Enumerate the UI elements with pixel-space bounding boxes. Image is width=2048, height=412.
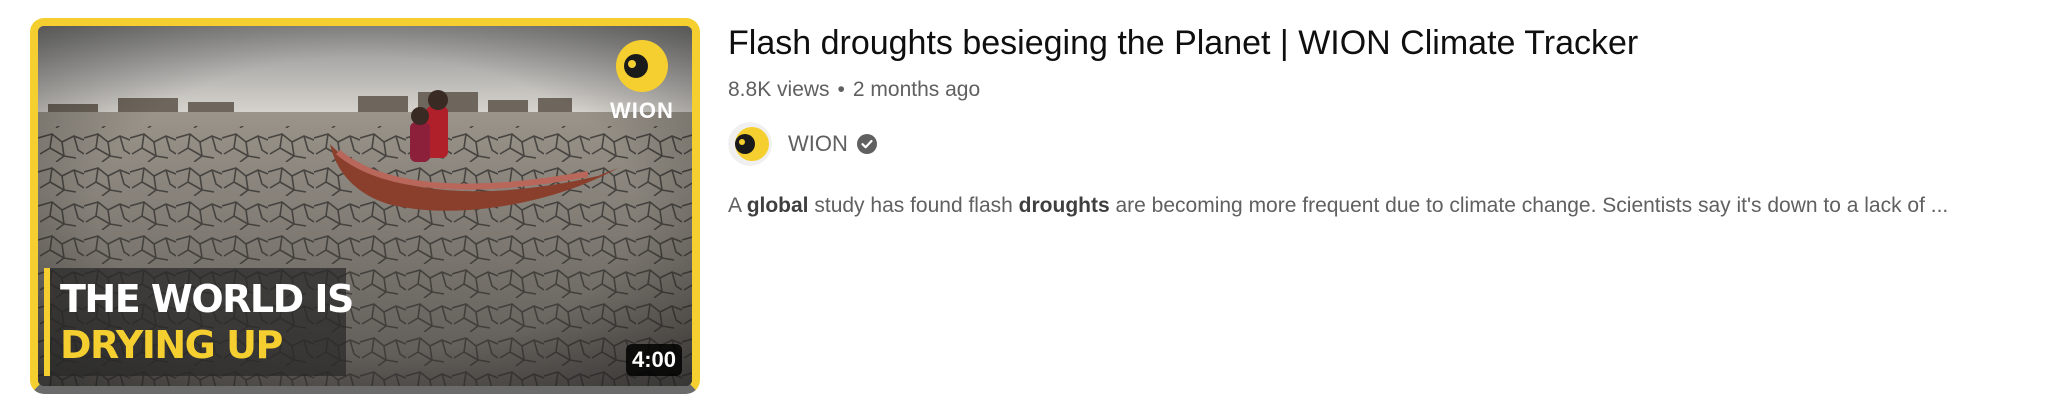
video-stats: 8.8K views • 2 months ago (728, 78, 2028, 102)
video-description: A global study has found flash droughts … (728, 194, 1948, 218)
video-thumbnail[interactable]: WION THE WORLD IS DRYING UP 4:00 (30, 18, 700, 394)
caption-line-1: THE WORLD IS (60, 277, 354, 321)
thumbnail-caption: THE WORLD IS DRYING UP (44, 268, 354, 376)
wion-logo-text: WION (610, 98, 674, 123)
verified-check-icon (856, 134, 877, 154)
desc-text-3: are becoming more frequent due to climat… (1109, 194, 1949, 217)
channel-name[interactable]: WION (788, 131, 848, 157)
wion-logo: WION (602, 36, 682, 128)
desc-text-1: A (728, 194, 747, 217)
desc-text-2: study has found flash (808, 194, 1019, 217)
desc-highlight-droughts: droughts (1018, 194, 1110, 217)
view-count: 8.8K views (728, 78, 830, 101)
channel-link[interactable]: WION (728, 120, 878, 168)
separator-dot: • (837, 78, 845, 101)
upload-age: 2 months ago (852, 78, 981, 101)
wion-avatar-icon[interactable] (728, 122, 772, 166)
video-meta: Flash droughts besieging the Planet | WI… (728, 20, 2028, 217)
caption-line-2: DRYING UP (60, 323, 283, 367)
wion-logo-icon (616, 40, 668, 92)
video-result[interactable]: WION THE WORLD IS DRYING UP 4:00 Flash d… (0, 0, 2048, 412)
desc-highlight-global: global (746, 194, 809, 217)
video-title[interactable]: Flash droughts besieging the Planet | WI… (728, 20, 2028, 66)
duration-badge: 4:00 (625, 344, 682, 376)
